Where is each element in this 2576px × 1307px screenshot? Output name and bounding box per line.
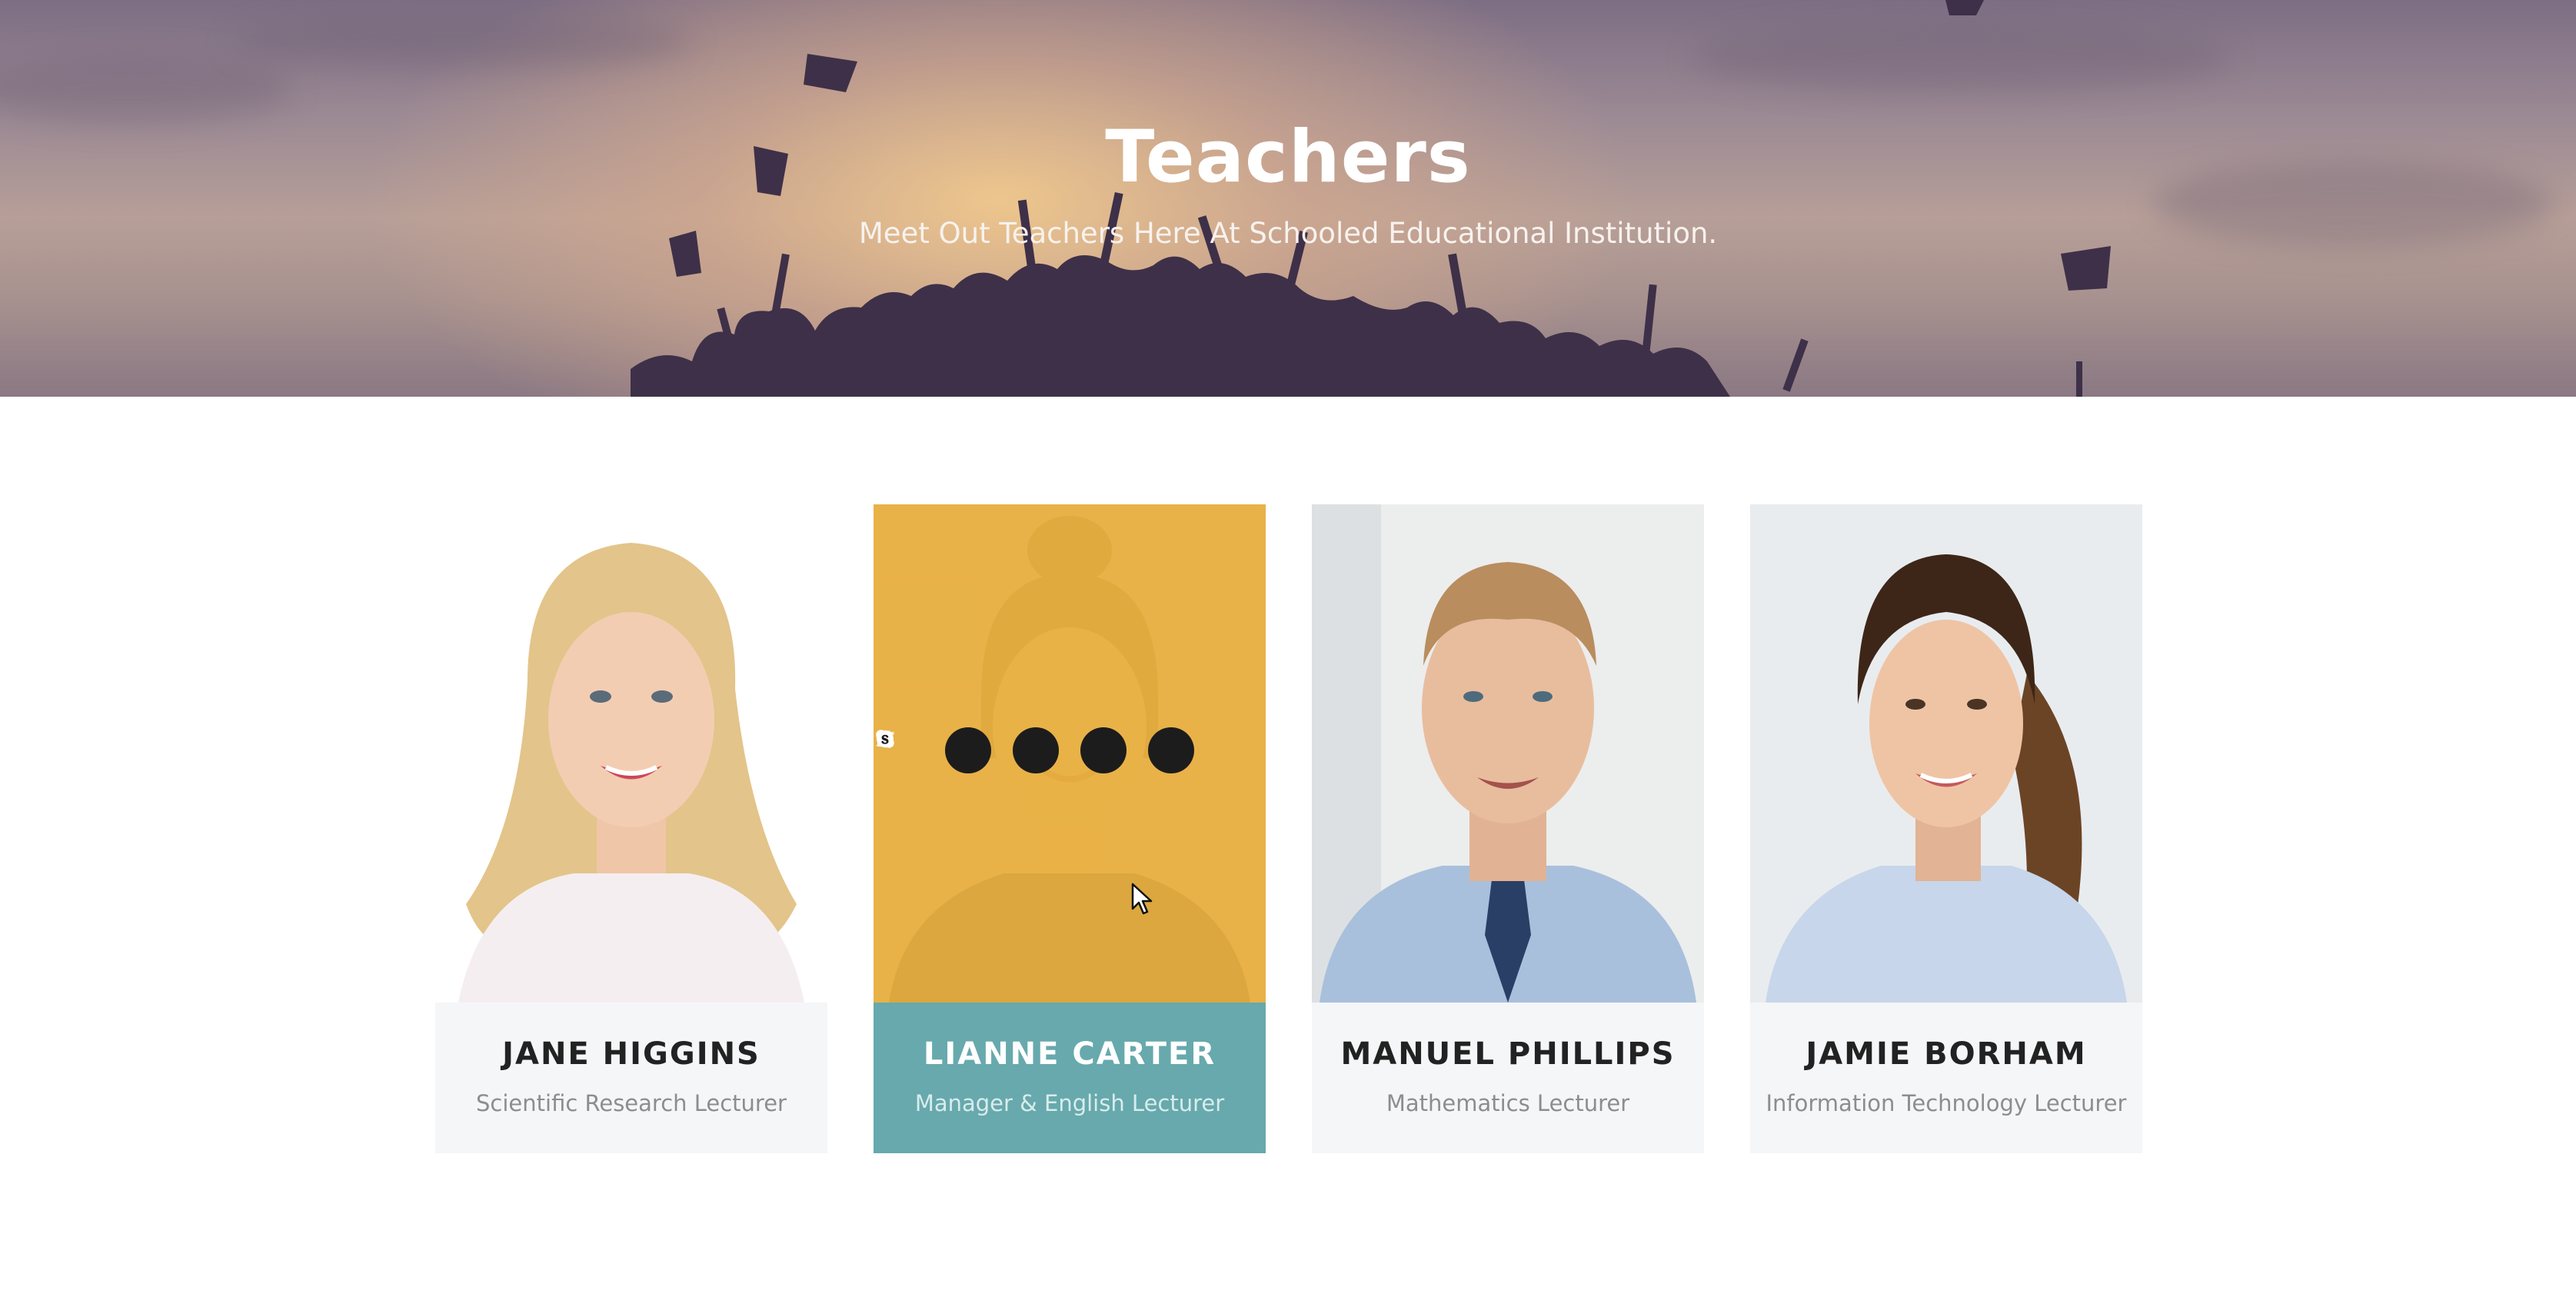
social-links: [874, 727, 1266, 773]
teacher-card[interactable]: LIANNE CARTER Manager & English Lecturer: [874, 504, 1266, 1153]
twitter-link[interactable]: [875, 727, 1059, 773]
skype-icon: [876, 730, 894, 748]
teacher-name[interactable]: JANE HIGGINS: [435, 1036, 827, 1072]
teacher-role: Information Technology Lecturer: [1766, 1090, 2127, 1116]
teacher-info: MANUEL PHILLIPS Mathematics Lecturer: [1312, 1003, 1704, 1153]
teacher-info: LIANNE CARTER Manager & English Lecturer: [874, 1003, 1266, 1153]
teacher-card[interactable]: JAMIE BORHAM Information Technology Lect…: [1750, 504, 2142, 1153]
teacher-card[interactable]: MANUEL PHILLIPS Mathematics Lecturer: [1312, 504, 1704, 1153]
teacher-name[interactable]: MANUEL PHILLIPS: [1312, 1036, 1704, 1072]
teacher-info: JANE HIGGINS Scientific Research Lecture…: [435, 1003, 827, 1153]
page-subtitle: Meet Out Teachers Here At Schooled Educa…: [858, 217, 1718, 250]
teacher-role: Manager & English Lecturer: [914, 1090, 1225, 1116]
teacher-name[interactable]: JAMIE BORHAM: [1750, 1036, 2142, 1072]
linkedin-link[interactable]: [877, 727, 1127, 773]
teachers-grid: JANE HIGGINS Scientific Research Lecture…: [435, 504, 2142, 1153]
page-title: Teachers: [1105, 115, 1471, 199]
skype-link[interactable]: [876, 727, 1194, 773]
teacher-role: Scientific Research Lecturer: [476, 1090, 787, 1116]
teacher-photo: [1750, 504, 2142, 1003]
facebook-link[interactable]: [880, 727, 991, 773]
mouse-pointer-icon: [1131, 883, 1153, 915]
teacher-photo: [435, 504, 827, 1003]
teacher-role: Mathematics Lecturer: [1386, 1090, 1630, 1116]
page-hero: Teachers Meet Out Teachers Here At Schoo…: [0, 0, 2576, 397]
teacher-photo: [1312, 504, 1704, 1003]
teacher-info: JAMIE BORHAM Information Technology Lect…: [1750, 1003, 2142, 1153]
teacher-name[interactable]: LIANNE CARTER: [874, 1036, 1266, 1072]
teacher-photo: [874, 504, 1266, 1003]
hover-overlay: [874, 504, 1266, 1003]
teacher-card[interactable]: JANE HIGGINS Scientific Research Lecture…: [435, 504, 827, 1153]
